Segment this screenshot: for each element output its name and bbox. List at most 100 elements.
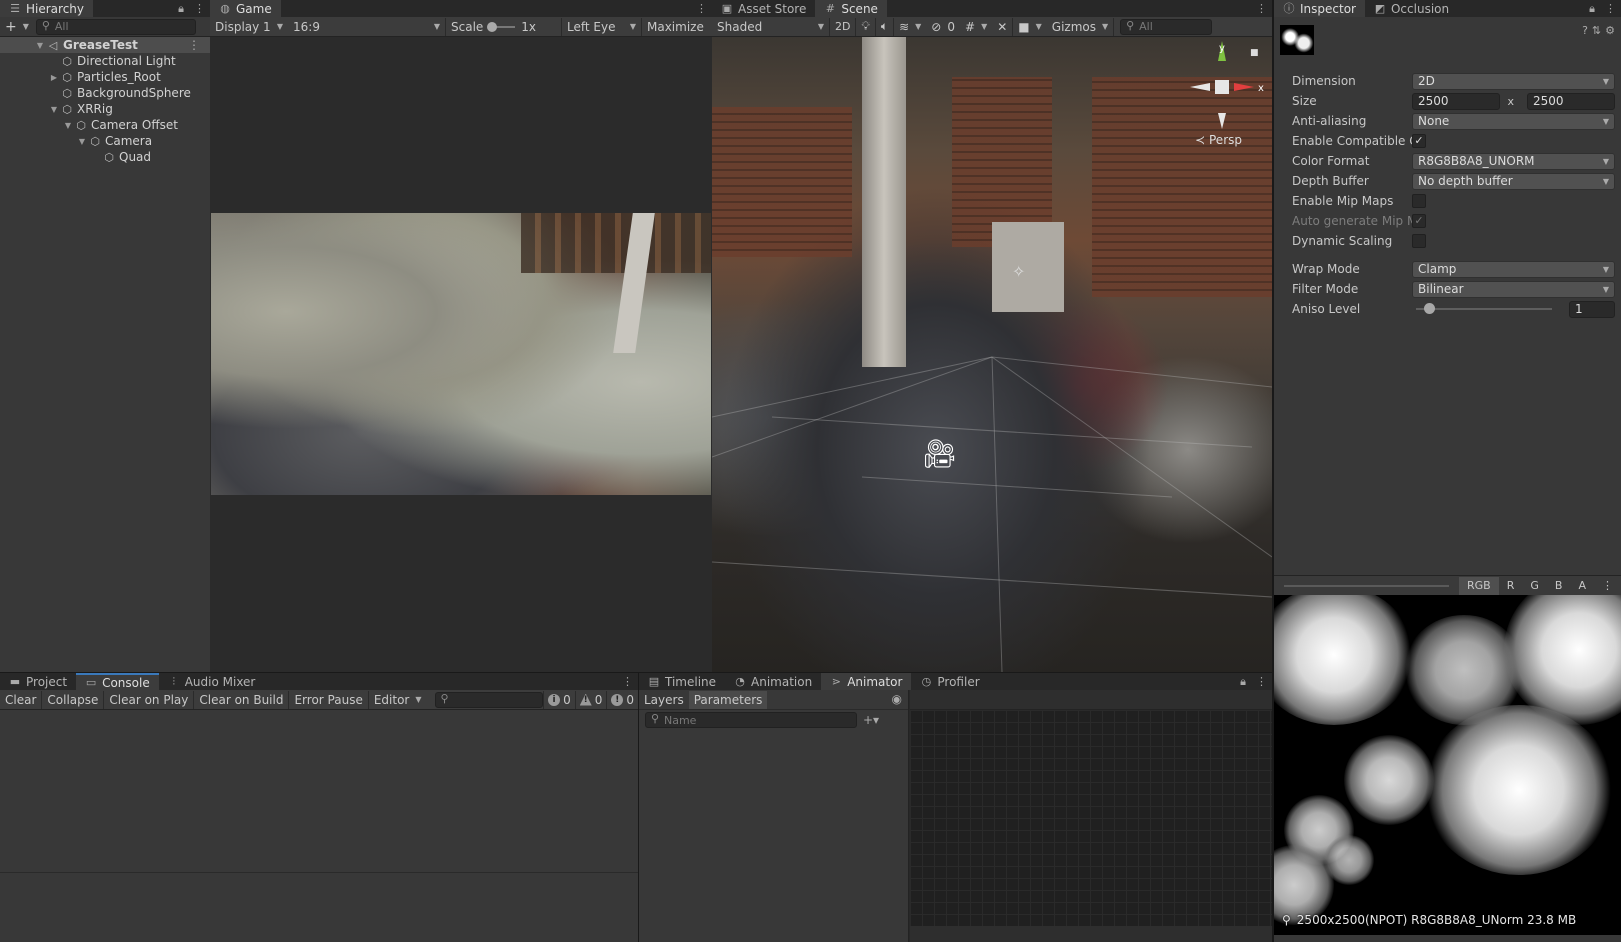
hierarchy-item[interactable]: ▼ ⬡ Camera Offset	[0, 117, 210, 133]
fold-open-icon[interactable]: ▼	[62, 121, 74, 130]
console-error-pause-button[interactable]: Error Pause	[289, 690, 369, 709]
preset-icon[interactable]: ⇅	[1592, 24, 1601, 37]
tab-scene[interactable]: # Scene	[815, 0, 887, 17]
kebab-menu-icon[interactable]: ⋮	[691, 0, 712, 17]
help-icon[interactable]: ?	[1582, 24, 1588, 37]
fold-open-icon[interactable]: ▼	[76, 137, 88, 146]
filter-mode-dropdown[interactable]: Bilinear ▼	[1412, 280, 1615, 298]
channel-button-r[interactable]: R	[1499, 577, 1523, 595]
mip-maps-checkbox[interactable]	[1412, 194, 1426, 208]
scale-slider-track[interactable]	[487, 21, 516, 32]
tab-animation[interactable]: ◔ Animation	[725, 673, 821, 690]
fold-open-icon[interactable]: ▼	[48, 105, 60, 114]
hidden-objects-toggle[interactable]: ⊘ 0	[926, 18, 960, 36]
hierarchy-item[interactable]: ▶ ⬡ Particles_Root	[0, 69, 210, 85]
console-detail-area[interactable]	[0, 872, 638, 942]
kebab-menu-icon[interactable]: ⋮	[1251, 0, 1272, 17]
layers-tab[interactable]: Layers	[639, 691, 689, 709]
add-parameter-icon[interactable]: +▾	[863, 713, 879, 727]
grid-dropdown[interactable]: # ▼	[960, 18, 992, 36]
aniso-level-input[interactable]: 1	[1569, 300, 1615, 318]
hierarchy-item[interactable]: ▼ ⬡ Camera	[0, 133, 210, 149]
2d-toggle[interactable]: 2D	[830, 17, 857, 36]
hierarchy-item[interactable]: ⬡ Quad	[0, 149, 210, 165]
aspect-dropdown[interactable]: 16:9 ▼	[288, 17, 446, 36]
eye-dropdown[interactable]: Left Eye ▼	[562, 17, 642, 36]
tab-asset-store[interactable]: ▣ Asset Store	[712, 0, 815, 17]
gizmo-negy-arrow[interactable]	[1218, 113, 1226, 129]
fold-closed-icon[interactable]: ▶	[48, 73, 60, 82]
tab-audio-mixer[interactable]: ⫶ Audio Mixer	[159, 673, 265, 690]
game-viewport[interactable]	[211, 213, 711, 495]
wrap-mode-dropdown[interactable]: Clamp ▼	[1412, 260, 1615, 278]
kebab-menu-icon[interactable]: ⋮	[1600, 0, 1621, 17]
tab-inspector[interactable]: ⓘ Inspector	[1274, 0, 1365, 17]
console-search-input[interactable]	[434, 691, 544, 708]
gizmo-negx-arrow[interactable]	[1190, 83, 1210, 91]
aniso-slider-knob[interactable]	[1424, 303, 1435, 314]
gizmos-dropdown[interactable]: Gizmos ▼	[1047, 17, 1115, 36]
gizmo-center-cube[interactable]	[1215, 80, 1229, 94]
parameter-search-input[interactable]: Name	[645, 712, 857, 728]
hierarchy-item[interactable]: ▼ ⬡ XRRig	[0, 101, 210, 117]
kebab-menu-icon[interactable]: ⋮	[189, 0, 210, 17]
dynamic-scaling-checkbox[interactable]	[1412, 234, 1426, 248]
hierarchy-item[interactable]: ⬡ Directional Light	[0, 53, 210, 69]
tab-timeline[interactable]: ▤ Timeline	[639, 673, 725, 690]
tab-profiler[interactable]: ◷ Profiler	[911, 673, 988, 690]
dimension-dropdown[interactable]: 2D ▼	[1412, 72, 1615, 90]
tab-hierarchy[interactable]: ☰ Hierarchy	[0, 0, 94, 17]
tab-animator[interactable]: ⋗ Animator	[821, 673, 912, 690]
parameters-tab[interactable]: Parameters	[688, 690, 768, 709]
tools-icon[interactable]: ✕	[992, 17, 1014, 36]
size-height-input[interactable]: 2500	[1527, 92, 1615, 110]
light-gizmo-icon[interactable]: ✧	[1012, 262, 1025, 281]
tab-project[interactable]: ▬ Project	[0, 673, 76, 690]
tab-console[interactable]: ▭ Console	[76, 673, 159, 690]
depth-buffer-dropdown[interactable]: No depth buffer ▼	[1412, 172, 1615, 190]
kebab-menu-icon[interactable]: ⋮	[188, 38, 200, 52]
console-error-count-toggle[interactable]: ! 0	[606, 690, 638, 709]
hierarchy-item[interactable]: ▼ ◁ GreaseTest ⋮	[0, 37, 210, 53]
channel-button-rgb[interactable]: RGB	[1459, 576, 1499, 595]
kebab-menu-icon[interactable]: ⋮	[1251, 673, 1272, 690]
projection-toggle[interactable]: ≺ Persp	[1195, 133, 1242, 147]
console-editor-dropdown[interactable]: Editor ▼	[369, 691, 427, 709]
animator-graph-canvas[interactable]	[910, 710, 1272, 926]
enable-compatible-checkbox[interactable]: ✓	[1412, 134, 1426, 148]
fold-open-icon[interactable]: ▼	[34, 41, 46, 50]
console-clear-on-build-button[interactable]: Clear on Build	[194, 690, 290, 709]
camera-gizmo-icon[interactable]: 🎥︎	[922, 437, 958, 470]
tab-occlusion[interactable]: ◩ Occlusion	[1365, 0, 1458, 17]
display-dropdown[interactable]: Display 1 ▼	[210, 18, 288, 36]
maximize-button[interactable]: Maximize	[642, 18, 709, 36]
eye-icon[interactable]: ◉	[892, 692, 902, 706]
lightbulb-icon[interactable]: 💡︎	[856, 17, 876, 36]
scale-slider-knob[interactable]	[487, 21, 498, 32]
scale-slider[interactable]: Scale 1x	[446, 17, 562, 36]
tab-game[interactable]: ◍ Game	[210, 0, 281, 17]
effects-dropdown[interactable]: ≋ ▼	[894, 18, 926, 36]
create-dropdown[interactable]: + ▼	[0, 18, 34, 36]
kebab-menu-icon[interactable]: ⋮	[1594, 577, 1621, 595]
lock-icon[interactable]: 🔒︎	[1235, 673, 1251, 690]
console-warning-count-toggle[interactable]: ! 0	[574, 690, 607, 709]
channel-button-b[interactable]: B	[1547, 577, 1571, 595]
scene-viewport[interactable]: ✧ 🎥︎ y x ■ ≺ Persp	[712, 37, 1272, 672]
lock-icon[interactable]: 🔒︎	[1584, 0, 1600, 17]
gear-icon[interactable]: ⚙	[1605, 24, 1615, 37]
gizmo-x-arrow[interactable]	[1234, 83, 1254, 91]
shading-dropdown[interactable]: Shaded ▼	[712, 17, 830, 36]
size-width-input[interactable]: 2500	[1412, 92, 1500, 110]
speaker-icon[interactable]: 🔈︎	[876, 17, 895, 36]
color-format-dropdown[interactable]: R8G8B8A8_UNORM ▼	[1412, 152, 1615, 170]
lock-icon[interactable]: 🔒︎	[173, 0, 189, 17]
hierarchy-search-input[interactable]: All	[35, 18, 196, 35]
channel-button-a[interactable]: A	[1570, 577, 1594, 595]
console-collapse-button[interactable]: Collapse	[42, 690, 105, 709]
camera-dropdown[interactable]: ■ ▼	[1013, 18, 1047, 36]
anti-aliasing-dropdown[interactable]: None ▼	[1412, 112, 1615, 130]
gizmo-lock-icon[interactable]: ■	[1250, 48, 1259, 58]
console-clear-on-play-button[interactable]: Clear on Play	[104, 690, 195, 709]
kebab-menu-icon[interactable]: ⋮	[617, 673, 638, 690]
